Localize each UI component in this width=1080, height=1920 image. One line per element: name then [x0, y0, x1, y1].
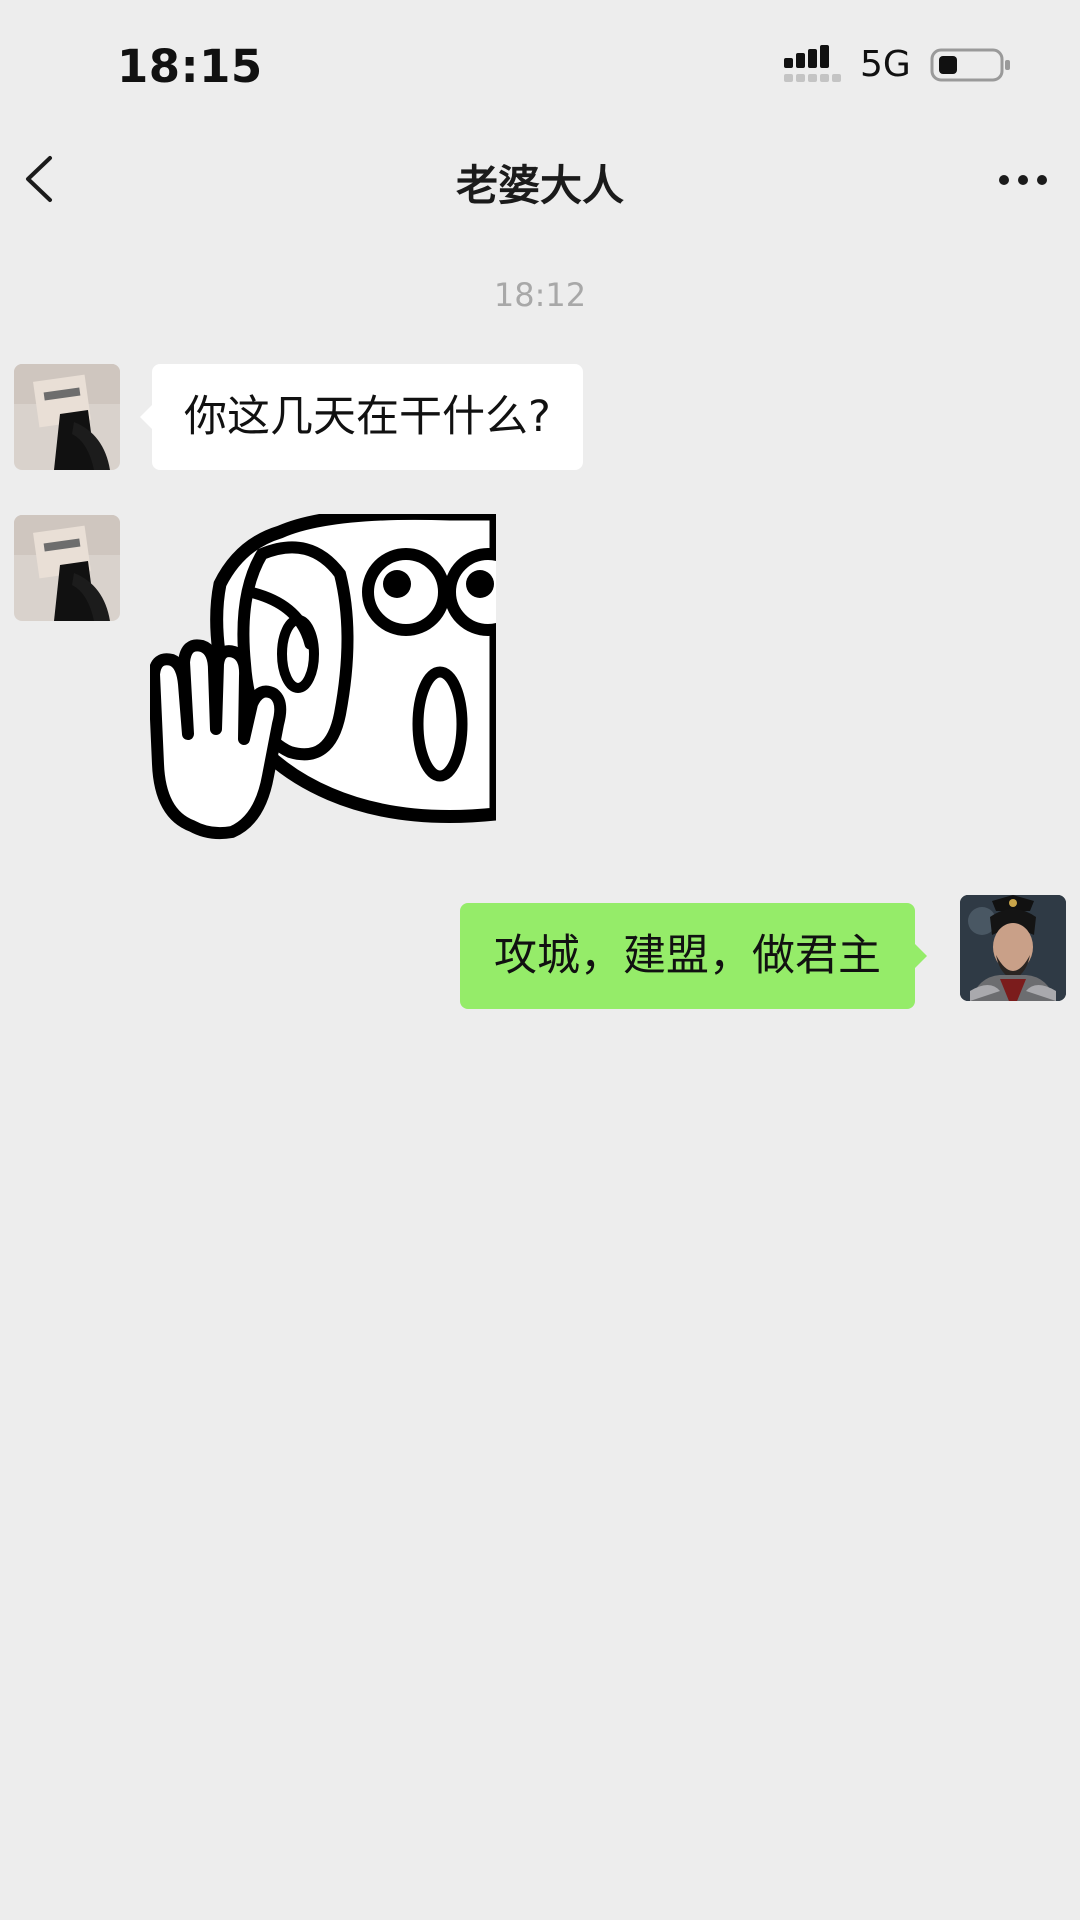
signal-icon: [784, 45, 841, 82]
peeking-face-sticker[interactable]: [150, 514, 496, 844]
contact-avatar[interactable]: [14, 515, 120, 621]
status-time: 18:15: [117, 40, 263, 93]
chat-title: 老婆大人: [455, 161, 624, 210]
contact-avatar[interactable]: [14, 364, 120, 470]
more-options-icon[interactable]: [998, 170, 1048, 190]
network-label: 5G: [860, 44, 911, 85]
message-bubble-outgoing[interactable]: 攻城，建盟，做君主: [460, 903, 927, 1009]
message-bubble-incoming[interactable]: 你这几天在干什么?: [140, 364, 583, 470]
battery-icon: [930, 48, 1010, 82]
user-avatar[interactable]: [960, 895, 1066, 1001]
message-timestamp: 18:12: [493, 276, 587, 314]
